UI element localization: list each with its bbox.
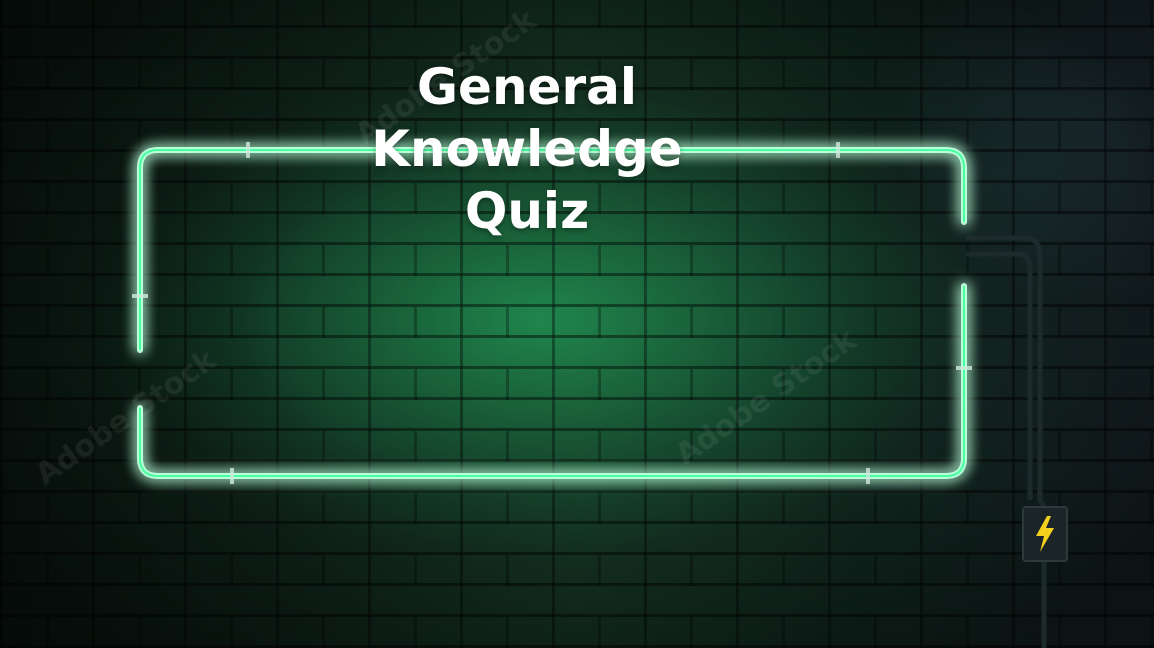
power-cable (966, 235, 1047, 648)
power-box-icon (1022, 506, 1068, 562)
lightning-bolt-icon (1036, 516, 1054, 552)
quiz-title: General Knowledge Quiz (320, 56, 734, 242)
title-line-3: Quiz (464, 182, 590, 240)
title-line-1: General (417, 58, 637, 116)
title-line-2: Knowledge (371, 120, 683, 178)
quiz-banner: Adobe Stock Adobe Stock Adobe Stock Gene… (0, 0, 1154, 648)
